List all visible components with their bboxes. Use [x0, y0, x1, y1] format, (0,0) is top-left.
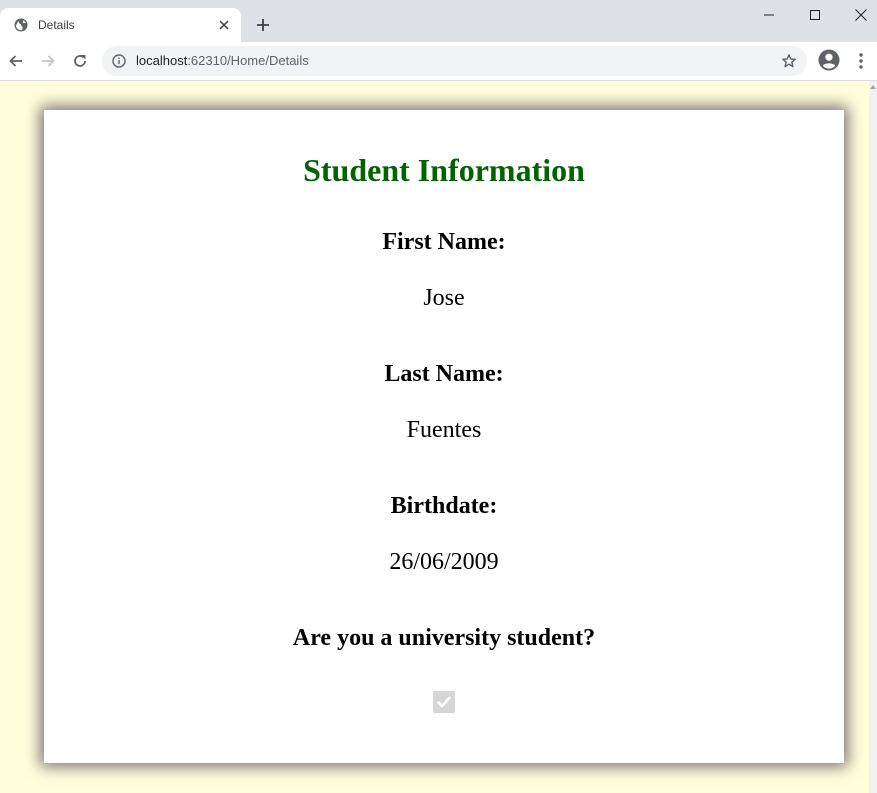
browser-window: Details localhost:62310/Home/Details Stu… — [0, 0, 877, 793]
vertical-scrollbar[interactable] — [869, 81, 877, 793]
globe-icon — [14, 18, 28, 32]
window-close-icon[interactable] — [854, 8, 868, 22]
tab-title: Details — [38, 18, 75, 32]
last-name-label: Last Name: — [384, 361, 504, 387]
close-icon[interactable] — [218, 19, 230, 31]
checkmark-icon — [437, 696, 451, 708]
birthdate-value: 26/06/2009 — [389, 549, 499, 575]
url-text: localhost:62310/Home/Details — [136, 53, 309, 69]
university-student-label: Are you a university student? — [292, 625, 596, 651]
star-icon[interactable] — [781, 53, 797, 69]
page-viewport: Student Information First Name: Jose Las… — [0, 81, 877, 793]
birthdate-label: Birthdate: — [390, 493, 498, 519]
scroll-up-arrow-icon[interactable] — [870, 85, 876, 89]
last-name-value: Fuentes — [406, 417, 482, 443]
url-host: localhost — [136, 53, 188, 68]
address-bar[interactable]: localhost:62310/Home/Details — [102, 46, 807, 76]
minimize-icon[interactable] — [762, 8, 776, 22]
plus-icon[interactable] — [256, 18, 270, 32]
page-title: Student Information — [303, 152, 585, 188]
info-icon[interactable] — [112, 54, 126, 68]
arrow-left-icon[interactable] — [8, 53, 24, 69]
first-name-value: Jose — [423, 285, 465, 311]
url-path: :62310/Home/Details — [187, 53, 309, 68]
student-details-card: Student Information First Name: Jose Las… — [44, 110, 844, 763]
maximize-icon[interactable] — [808, 8, 822, 22]
reload-icon[interactable] — [72, 53, 88, 69]
tab-details[interactable]: Details — [0, 8, 241, 42]
first-name-label: First Name: — [382, 229, 506, 255]
account-icon[interactable] — [818, 49, 840, 71]
browser-toolbar: localhost:62310/Home/Details — [0, 42, 877, 81]
arrow-right-icon[interactable] — [40, 53, 56, 69]
tab-strip: Details — [0, 0, 877, 42]
university-student-checkbox[interactable] — [433, 691, 455, 713]
more-vertical-icon[interactable] — [856, 52, 866, 70]
